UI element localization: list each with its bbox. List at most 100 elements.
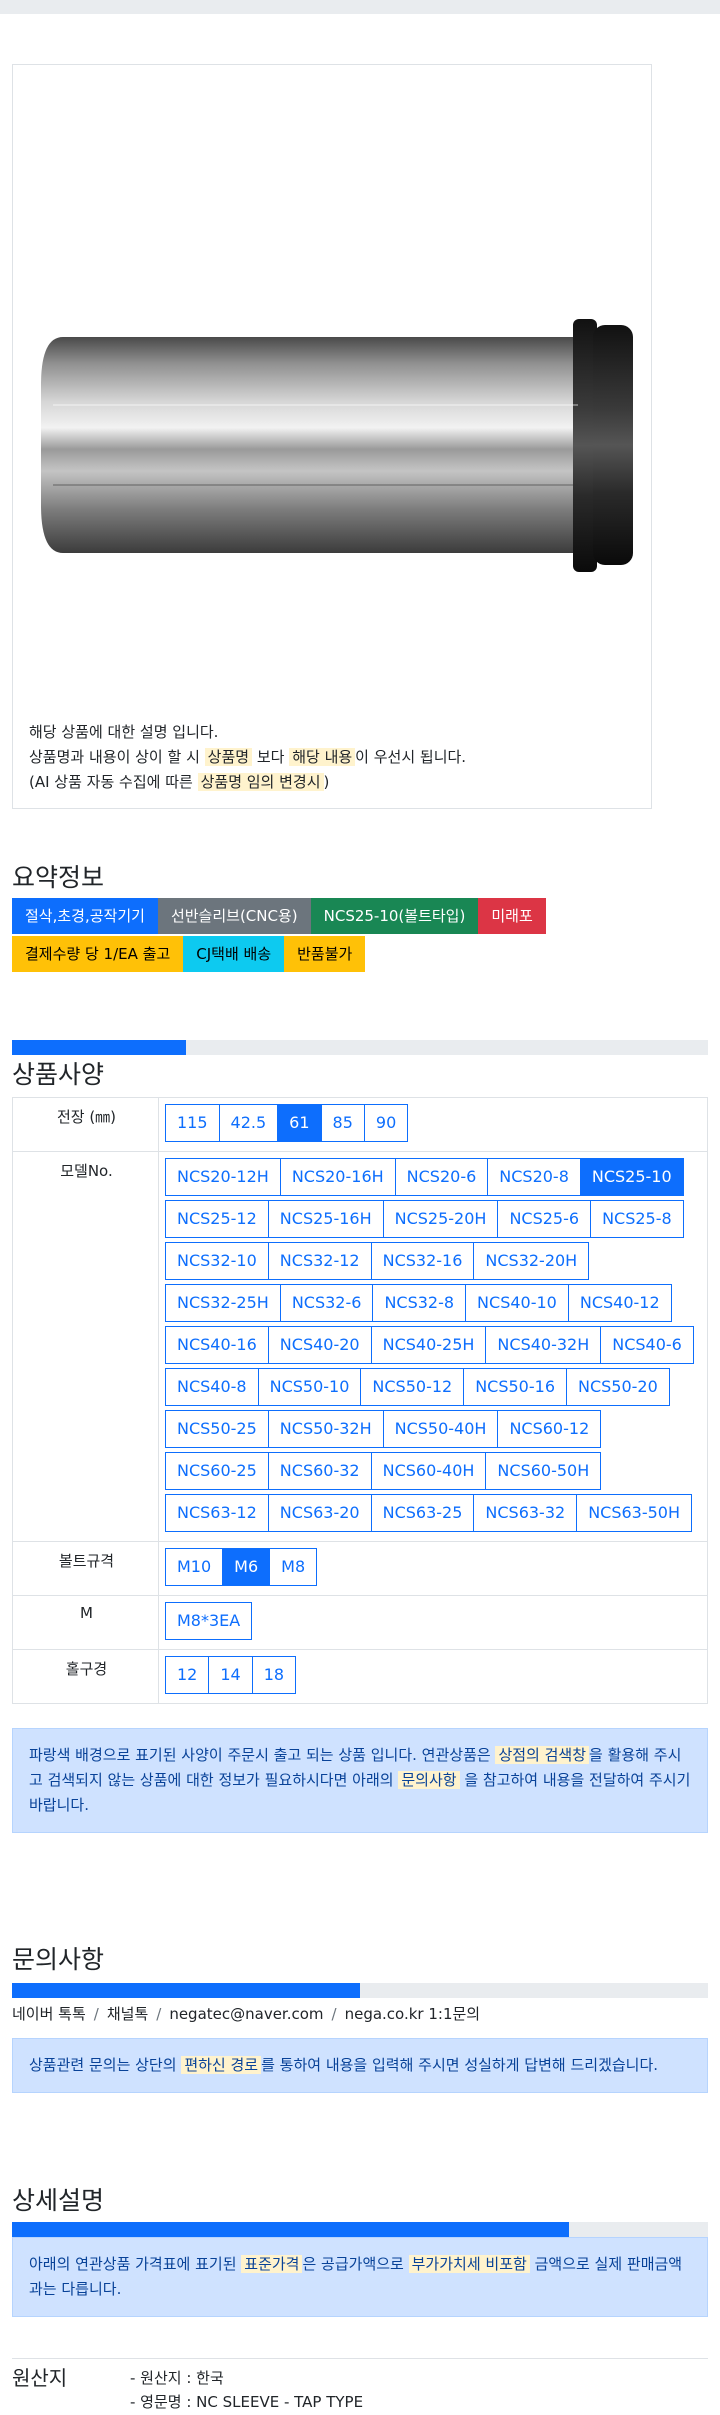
spec-option-button[interactable]: NCS50-12 [360,1368,465,1406]
description-line-3: (AI 상품 자동 수집에 따른 상품명 임의 변경시) [29,770,466,795]
spec-option-button[interactable]: 14 [208,1656,253,1694]
highlight: 문의사항 [398,1771,460,1789]
text: 해당 상품에 대한 설명 입니다. [29,723,219,741]
spec-option-button[interactable]: NCS25-6 [497,1200,592,1238]
spec-option-button[interactable]: NCS50-10 [257,1368,362,1406]
spec-option-button[interactable]: M10 [165,1548,224,1586]
text: 를 통하여 내용을 입력해 주시면 성실하게 답변해 드리겠습니다. [261,2056,659,2074]
spec-option-button[interactable]: NCS40-8 [165,1368,259,1406]
spec-option-button[interactable]: 18 [251,1656,297,1694]
spec-option-button[interactable]: NCS60-32 [267,1452,372,1490]
text: 파랑색 배경으로 표기된 사양이 주문시 출고 되는 상품 입니다. 연관상품은 [29,1746,496,1764]
spec-option-button[interactable]: NCS25-16H [267,1200,384,1238]
spec-option-button[interactable]: NCS20-12H [165,1158,281,1196]
spec-option-button[interactable]: NCS32-8 [372,1284,467,1322]
spec-option-button[interactable]: NCS40-25H [370,1326,487,1364]
spec-option-button[interactable]: NCS60-12 [497,1410,602,1448]
spec-option-button[interactable]: NCS40-20 [267,1326,372,1364]
inquiry-title: 문의사항 [12,1945,105,1974]
spec-option-button[interactable]: M6 [222,1548,271,1586]
spec-options-cell: NCS20-12H NCS20-16H NCS20-6 NCS20-8 NCS25-10… [158,1151,708,1542]
top-bar [0,0,720,14]
spec-option-button[interactable]: NCS63-12 [165,1494,269,1532]
spec-options-cell: 12 14 18 [158,1649,708,1704]
spec-row: 전장 (㎜) 115 42.5 61 85 90 [12,1097,708,1152]
spec-option-button[interactable]: NCS60-40H [370,1452,487,1490]
spec-option-button[interactable]: NCS50-16 [463,1368,567,1406]
spec-option-button[interactable]: NCS63-20 [267,1494,372,1532]
spec-label: 모델No. [12,1151,159,1542]
spec-option-button[interactable]: NCS63-50H [576,1494,693,1532]
text: (AI 상품 자동 수집에 따른 [29,773,198,791]
spec-option-button[interactable]: NCS25-10 [579,1158,684,1196]
summary-badges-row-2: 결제수량 당 1/EA 출고 CJ택배 배송 반품불가 [12,936,366,972]
spec-options-cell: M8*3EA [158,1595,708,1650]
contact-link[interactable]: nega.co.kr 1:1문의 [345,2005,481,2023]
spec-label: 전장 (㎜) [12,1097,159,1152]
product-image-box: 해당 상품에 대한 설명 입니다. 상품명과 내용이 상이 할 시 상품명 보다… [12,64,652,809]
separator: / [93,2005,99,2023]
spec-option-button[interactable]: M8*3EA [165,1602,253,1640]
spec-option-button[interactable]: NCS25-8 [590,1200,684,1238]
text: 은 공급가액으로 [302,2255,409,2273]
spec-options-cell: 115 42.5 61 85 90 [158,1097,708,1152]
spec-options: NCS20-12H NCS20-16H NCS20-6 NCS20-8 NCS25-10… [165,1158,703,1536]
spec-option-button[interactable]: 42.5 [218,1104,279,1142]
spec-option-button[interactable]: NCS60-50H [485,1452,602,1490]
description-line-1: 해당 상품에 대한 설명 입니다. [29,720,466,745]
contact-link[interactable]: negatec@naver.com [169,2005,323,2023]
spec-title: 상품사양 [12,1060,105,1089]
spec-option-button[interactable]: M8 [269,1548,318,1586]
spec-option-button[interactable]: NCS50-25 [165,1410,269,1448]
spec-option-button[interactable]: NCS20-6 [394,1158,489,1196]
spec-option-button[interactable]: NCS20-16H [279,1158,396,1196]
spec-option-button[interactable]: NCS20-8 [487,1158,581,1196]
product-description: 해당 상품에 대한 설명 입니다. 상품명과 내용이 상이 할 시 상품명 보다… [29,720,466,795]
detail-title: 상세설명 [12,2186,105,2215]
origin-list: - 원산지 : 한국 - 영문명 : NC SLEEVE - TAP TYPE [130,2366,363,2414]
spec-option-button[interactable]: NCS50-32H [267,1410,384,1448]
spec-option-button[interactable]: NCS25-12 [165,1200,269,1238]
spec-option-button[interactable]: NCS40-10 [465,1284,569,1322]
spec-option-button[interactable]: 61 [277,1104,322,1142]
spec-options: M8*3EA [165,1602,703,1644]
highlight: 상품명 임의 변경시 [197,773,324,791]
text: 상품명과 내용이 상이 할 시 [29,748,205,766]
spec-option-button[interactable]: NCS40-12 [567,1284,672,1322]
text: ) [323,773,330,791]
highlight: 표준가격 [241,2255,303,2273]
summary-badge: 절삭,초경,공작기기 [12,898,158,934]
spec-option-button[interactable]: NCS32-25H [165,1284,281,1322]
text: 상품관련 문의는 상단의 [29,2056,182,2074]
spec-option-button[interactable]: NCS50-20 [566,1368,670,1406]
spec-option-button[interactable]: 90 [363,1104,409,1142]
contact-link[interactable]: 네이버 톡톡 [12,2005,86,2023]
spec-option-button[interactable]: NCS32-10 [165,1242,269,1280]
spec-option-button[interactable]: NCS32-20H [473,1242,590,1280]
contact-channels: 네이버 톡톡 / 채널톡 / negatec@naver.com / nega.co.kr … [12,2003,480,2024]
spec-row: 볼트규격 M10 M6 M8 [12,1541,708,1596]
spec-option-button[interactable]: NCS63-32 [473,1494,578,1532]
spec-option-button[interactable]: 115 [165,1104,220,1142]
summary-badge: 결제수량 당 1/EA 출고 [12,936,184,972]
spec-option-button[interactable]: NCS32-12 [267,1242,372,1280]
summary-badge: CJ택배 배송 [183,936,285,972]
contact-link[interactable]: 채널톡 [107,2005,148,2023]
spec-option-button[interactable]: NCS40-6 [600,1326,694,1364]
detail-progress [12,2222,708,2237]
spec-option-button[interactable]: NCS40-32H [485,1326,602,1364]
spec-option-button[interactable]: 85 [320,1104,365,1142]
spec-option-button[interactable]: NCS63-25 [370,1494,475,1532]
spec-option-button[interactable]: NCS32-16 [370,1242,475,1280]
spec-notice: 파랑색 배경으로 표기된 사양이 주문시 출고 되는 상품 입니다. 연관상품은… [12,1728,708,1833]
spec-option-button[interactable]: NCS40-16 [165,1326,269,1364]
nc-sleeve-product-image [41,319,633,572]
divider [12,2358,708,2359]
spec-options: M10 M6 M8 [165,1548,703,1590]
spec-option-button[interactable]: NCS32-6 [279,1284,374,1322]
spec-option-button[interactable]: NCS50-40H [382,1410,499,1448]
origin-label: 원산지 [12,2366,68,2390]
spec-option-button[interactable]: 12 [165,1656,210,1694]
spec-option-button[interactable]: NCS25-20H [382,1200,499,1238]
spec-option-button[interactable]: NCS60-25 [165,1452,269,1490]
